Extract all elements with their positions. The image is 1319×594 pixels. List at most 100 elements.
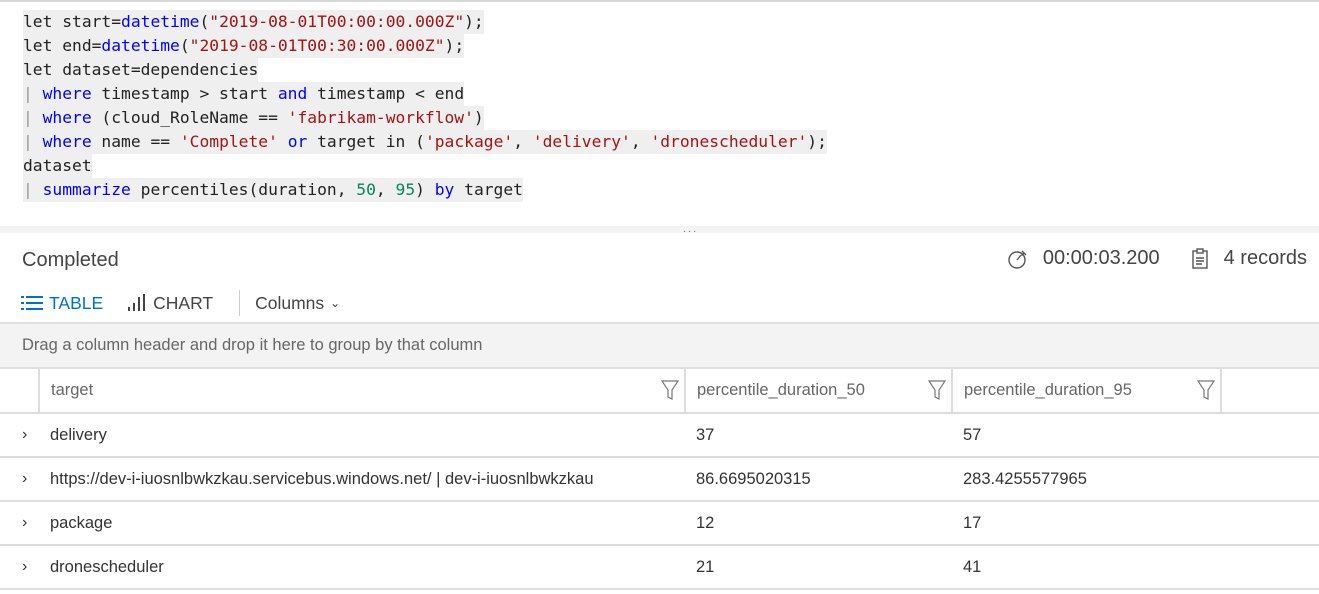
code-line-text: | where name == 'Complete' or target in … bbox=[23, 130, 827, 154]
table-icon bbox=[21, 295, 43, 311]
code-text: target bbox=[454, 180, 523, 199]
query-status: Completed bbox=[22, 249, 119, 271]
expand-row-chevron-icon[interactable]: › bbox=[0, 426, 40, 444]
filter-icon[interactable] bbox=[1196, 380, 1216, 405]
table-row[interactable]: › dronescheduler 21 41 bbox=[0, 546, 1319, 590]
code-keyword: summarize bbox=[42, 180, 131, 199]
code-text: ) bbox=[415, 180, 435, 199]
code-text: timestamp < end bbox=[307, 84, 465, 103]
code-line[interactable]: | summarize percentiles(duration, 50, 95… bbox=[23, 178, 1319, 202]
results-table: target percentile_duration_50 percentile… bbox=[0, 369, 1319, 590]
table-row[interactable]: › delivery 37 57 bbox=[0, 414, 1319, 458]
expand-row-chevron-icon[interactable]: › bbox=[0, 558, 40, 576]
code-line-text: let dataset=dependencies bbox=[23, 58, 259, 82]
column-header-p95[interactable]: percentile_duration_95 bbox=[953, 369, 1222, 412]
code-line[interactable]: let dataset=dependencies bbox=[23, 58, 1319, 82]
code-text: let dataset=dependencies bbox=[23, 60, 259, 79]
code-text: timestamp > start bbox=[91, 84, 278, 103]
table-view-button[interactable]: TABLE bbox=[21, 293, 103, 314]
code-line[interactable]: dataset bbox=[23, 154, 1319, 178]
chart-view-button[interactable]: CHART bbox=[127, 293, 213, 314]
code-string: 'Complete' bbox=[179, 132, 278, 151]
code-text: | bbox=[23, 180, 43, 199]
code-keyword: where bbox=[42, 108, 92, 127]
columns-dropdown[interactable]: Columns ⌄ bbox=[255, 293, 340, 314]
filter-icon[interactable] bbox=[660, 380, 680, 405]
code-number: 50 bbox=[356, 180, 376, 199]
code-text: , bbox=[630, 132, 651, 151]
code-line[interactable]: | where timestamp > start and timestamp … bbox=[23, 82, 1319, 106]
group-by-hint: Drag a column header and drop it here to… bbox=[22, 336, 483, 354]
code-text: ); bbox=[444, 36, 465, 55]
code-text: percentiles(duration, bbox=[130, 180, 357, 199]
code-line[interactable]: let start=datetime("2019-08-01T00:00:00.… bbox=[23, 10, 1319, 34]
code-text: ( bbox=[179, 36, 190, 55]
code-text: let start= bbox=[23, 12, 122, 31]
code-text: | bbox=[23, 132, 43, 151]
code-text: dataset bbox=[23, 156, 92, 175]
column-header-label: percentile_duration_95 bbox=[964, 381, 1132, 399]
table-row[interactable]: › package 12 17 bbox=[0, 502, 1319, 546]
expand-row-chevron-icon[interactable]: › bbox=[0, 514, 40, 532]
cell-p95: 57 bbox=[963, 425, 982, 444]
cell-p50: 86.6695020315 bbox=[696, 469, 811, 488]
pane-splitter[interactable]: ... bbox=[0, 223, 1319, 235]
code-line-text: let start=datetime("2019-08-01T00:00:00.… bbox=[23, 10, 484, 34]
code-line[interactable]: let end=datetime("2019-08-01T00:30:00.00… bbox=[23, 34, 1319, 58]
code-line-text: let end=datetime("2019-08-01T00:30:00.00… bbox=[23, 34, 465, 58]
cell-target: https://dev-i-iuosnlbwkzkau.servicebus.w… bbox=[50, 469, 594, 488]
cell-target: package bbox=[50, 513, 113, 532]
query-editor[interactable]: let start=datetime ( "2019-08-01T00:00:00.… bbox=[23, 10, 1319, 202]
code-line[interactable]: | where (cloud_RoleName == 'fabrikam-wor… bbox=[23, 106, 1319, 130]
code-text: target in ( bbox=[307, 132, 425, 151]
code-string: "2019-08-01T00:00:00.000Z" bbox=[209, 12, 465, 31]
cell-p50: 12 bbox=[696, 513, 715, 532]
code-line-text: | summarize percentiles(duration, 50, 95… bbox=[23, 178, 523, 202]
code-text: ); bbox=[807, 132, 827, 151]
stopwatch-icon bbox=[1007, 248, 1029, 270]
table-row[interactable]: › https://dev-i-iuosnlbwkzkau.servicebus… bbox=[0, 458, 1319, 502]
bar-chart-icon bbox=[127, 294, 149, 312]
code-text: let end= bbox=[23, 36, 102, 55]
record-count: 4 records bbox=[1223, 247, 1307, 269]
column-header-label: percentile_duration_50 bbox=[697, 381, 865, 399]
clipboard-icon bbox=[1190, 247, 1210, 270]
code-keyword: by bbox=[434, 180, 455, 199]
cell-target: dronescheduler bbox=[50, 557, 164, 576]
cell-p95: 283.4255577965 bbox=[963, 469, 1087, 488]
group-by-drop-zone[interactable]: Drag a column header and drop it here to… bbox=[0, 322, 1319, 369]
code-string: 'fabrikam-workflow' bbox=[287, 108, 474, 127]
column-header-p50[interactable]: percentile_duration_50 bbox=[686, 369, 953, 412]
table-view-label: TABLE bbox=[49, 292, 104, 313]
cell-p95: 17 bbox=[963, 513, 982, 532]
chevron-down-icon: ⌄ bbox=[330, 296, 341, 310]
code-text: ) bbox=[473, 108, 484, 127]
code-text: name == bbox=[91, 132, 180, 151]
cell-p50: 21 bbox=[696, 557, 715, 576]
chart-view-label: CHART bbox=[153, 292, 214, 313]
cell-p50: 37 bbox=[696, 425, 715, 444]
code-keyword: or bbox=[287, 132, 308, 151]
code-keyword: and bbox=[277, 84, 308, 103]
top-border bbox=[0, 0, 1319, 2]
filter-icon[interactable] bbox=[927, 380, 947, 405]
column-header-label: target bbox=[51, 381, 94, 399]
code-line-text: | where timestamp > start and timestamp … bbox=[23, 82, 465, 106]
code-string: 'delivery' bbox=[532, 132, 631, 151]
column-header-target[interactable]: target bbox=[40, 369, 686, 412]
code-line[interactable]: | where name == 'Complete' or target in … bbox=[23, 130, 1319, 154]
splitter-handle[interactable]: ... bbox=[683, 223, 698, 235]
code-number: 95 bbox=[395, 180, 416, 199]
code-string: "2019-08-01T00:30:00.000Z" bbox=[189, 36, 445, 55]
code-text: | bbox=[23, 108, 43, 127]
code-string: 'dronescheduler' bbox=[650, 132, 808, 151]
expand-column-header bbox=[0, 369, 40, 412]
code-text: | bbox=[23, 84, 43, 103]
code-keyword: datetime bbox=[121, 12, 200, 31]
cell-p95: 41 bbox=[963, 557, 982, 576]
toolbar-divider bbox=[239, 290, 241, 316]
expand-row-chevron-icon[interactable]: › bbox=[0, 470, 40, 488]
results-meta: 00:00:03.200 4 records bbox=[1007, 247, 1307, 270]
code-text: (cloud_RoleName == bbox=[91, 108, 288, 127]
